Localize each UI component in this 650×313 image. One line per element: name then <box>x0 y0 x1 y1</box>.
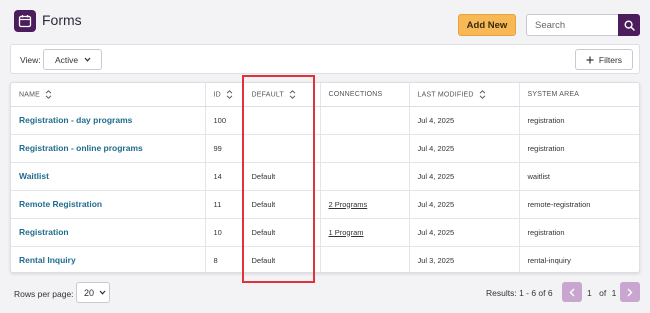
filters-button[interactable]: Filters <box>575 49 633 70</box>
column-header-connections: CONNECTIONS <box>319 83 409 107</box>
page-indicator: 1 of 1 <box>587 288 616 298</box>
form-last-modified: Jul 4, 2025 <box>408 190 519 219</box>
rows-per-page-label: Rows per page: <box>14 289 74 299</box>
form-system-area: rental-inquiry <box>518 246 639 272</box>
chevron-down-icon <box>99 290 106 295</box>
form-last-modified: Jul 3, 2025 <box>408 246 519 272</box>
form-system-area: registration <box>518 134 639 163</box>
form-last-modified: Jul 4, 2025 <box>408 162 519 191</box>
form-name-link[interactable]: Remote Registration <box>19 199 102 209</box>
sort-icon <box>479 89 486 99</box>
form-default: Default <box>242 162 320 191</box>
form-last-modified: Jul 4, 2025 <box>408 218 519 247</box>
filters-label: Filters <box>598 54 623 65</box>
view-label: View: <box>20 55 41 65</box>
table-header-row: NAME ID DEFAULT CONNECTIONS LAST MODIFIE… <box>11 83 639 107</box>
column-header-default[interactable]: DEFAULT <box>242 83 320 107</box>
previous-page-button[interactable] <box>562 282 582 302</box>
form-name-link[interactable]: Rental Inquiry <box>19 255 76 265</box>
form-system-area: registration <box>518 106 639 135</box>
form-name-link[interactable]: Registration <box>19 227 69 237</box>
form-id: 100 <box>204 106 243 135</box>
form-id: 14 <box>204 162 243 191</box>
view-select[interactable]: Active <box>43 49 102 70</box>
column-header-last-modified[interactable]: LAST MODIFIED <box>408 83 519 107</box>
form-default: Default <box>242 246 320 272</box>
column-header-id[interactable]: ID <box>204 83 243 107</box>
column-header-system-area: SYSTEM AREA <box>518 83 639 107</box>
form-name-link[interactable]: Registration - online programs <box>19 143 143 153</box>
page-current-number: 1 <box>587 288 592 298</box>
page-of-label: of <box>599 288 607 298</box>
sort-icon <box>226 89 233 99</box>
page-title: Forms <box>42 12 82 28</box>
search-input[interactable] <box>526 14 618 36</box>
form-connections <box>319 106 409 135</box>
table-row: Registration - day programs 100 Jul 4, 2… <box>11 106 639 135</box>
sort-icon <box>45 89 52 99</box>
table-row: Rental Inquiry 8 Default Jul 3, 2025 ren… <box>11 246 639 272</box>
table-row: Registration - online programs 99 Jul 4,… <box>11 134 639 163</box>
page-total-number: 1 <box>611 288 617 298</box>
form-default: Default <box>242 190 320 219</box>
results-count: Results: 1 - 6 of 6 <box>486 288 553 298</box>
form-default: Default <box>242 218 320 247</box>
form-connections: 1 Program <box>319 218 409 247</box>
view-select-value: Active <box>55 54 79 65</box>
plus-icon <box>586 56 594 63</box>
search-button[interactable] <box>618 14 640 36</box>
form-name-link[interactable]: Waitlist <box>19 171 49 181</box>
table-row: Registration 10 Default 1 Program Jul 4,… <box>11 218 639 247</box>
chevron-left-icon <box>569 288 575 296</box>
rows-per-page-value: 20 <box>84 287 95 298</box>
table-row: Remote Registration 11 Default 2 Program… <box>11 190 639 219</box>
form-id: 99 <box>204 134 243 163</box>
form-system-area: waitlist <box>518 162 639 191</box>
table-row: Waitlist 14 Default Jul 4, 2025 waitlist <box>11 162 639 191</box>
form-last-modified: Jul 4, 2025 <box>408 106 519 135</box>
chevron-down-icon <box>84 57 91 62</box>
forms-calendar-icon <box>14 10 36 32</box>
search-icon <box>623 19 635 31</box>
view-toolbar: View: Active Filters <box>10 44 640 74</box>
form-default <box>242 134 320 163</box>
form-connections: 2 Programs <box>319 190 409 219</box>
form-name-link[interactable]: Registration - day programs <box>19 115 132 125</box>
form-id: 10 <box>204 218 243 247</box>
sort-icon <box>289 89 296 99</box>
connections-link[interactable]: 2 Programs <box>329 200 368 209</box>
chevron-right-icon <box>627 288 633 296</box>
add-new-button[interactable]: Add New <box>458 14 516 36</box>
form-id: 11 <box>204 190 243 219</box>
form-connections <box>319 134 409 163</box>
form-id: 8 <box>204 246 243 272</box>
form-connections <box>319 246 409 272</box>
form-last-modified: Jul 4, 2025 <box>408 134 519 163</box>
connections-link[interactable]: 1 Program <box>329 228 364 237</box>
form-connections <box>319 162 409 191</box>
column-header-name[interactable]: NAME <box>11 83 205 107</box>
form-default <box>242 106 320 135</box>
form-system-area: remote-registration <box>518 190 639 219</box>
forms-table: NAME ID DEFAULT CONNECTIONS LAST MODIFIE… <box>10 82 640 273</box>
rows-per-page-select[interactable]: 20 <box>76 282 110 303</box>
next-page-button[interactable] <box>620 282 640 302</box>
form-system-area: registration <box>518 218 639 247</box>
